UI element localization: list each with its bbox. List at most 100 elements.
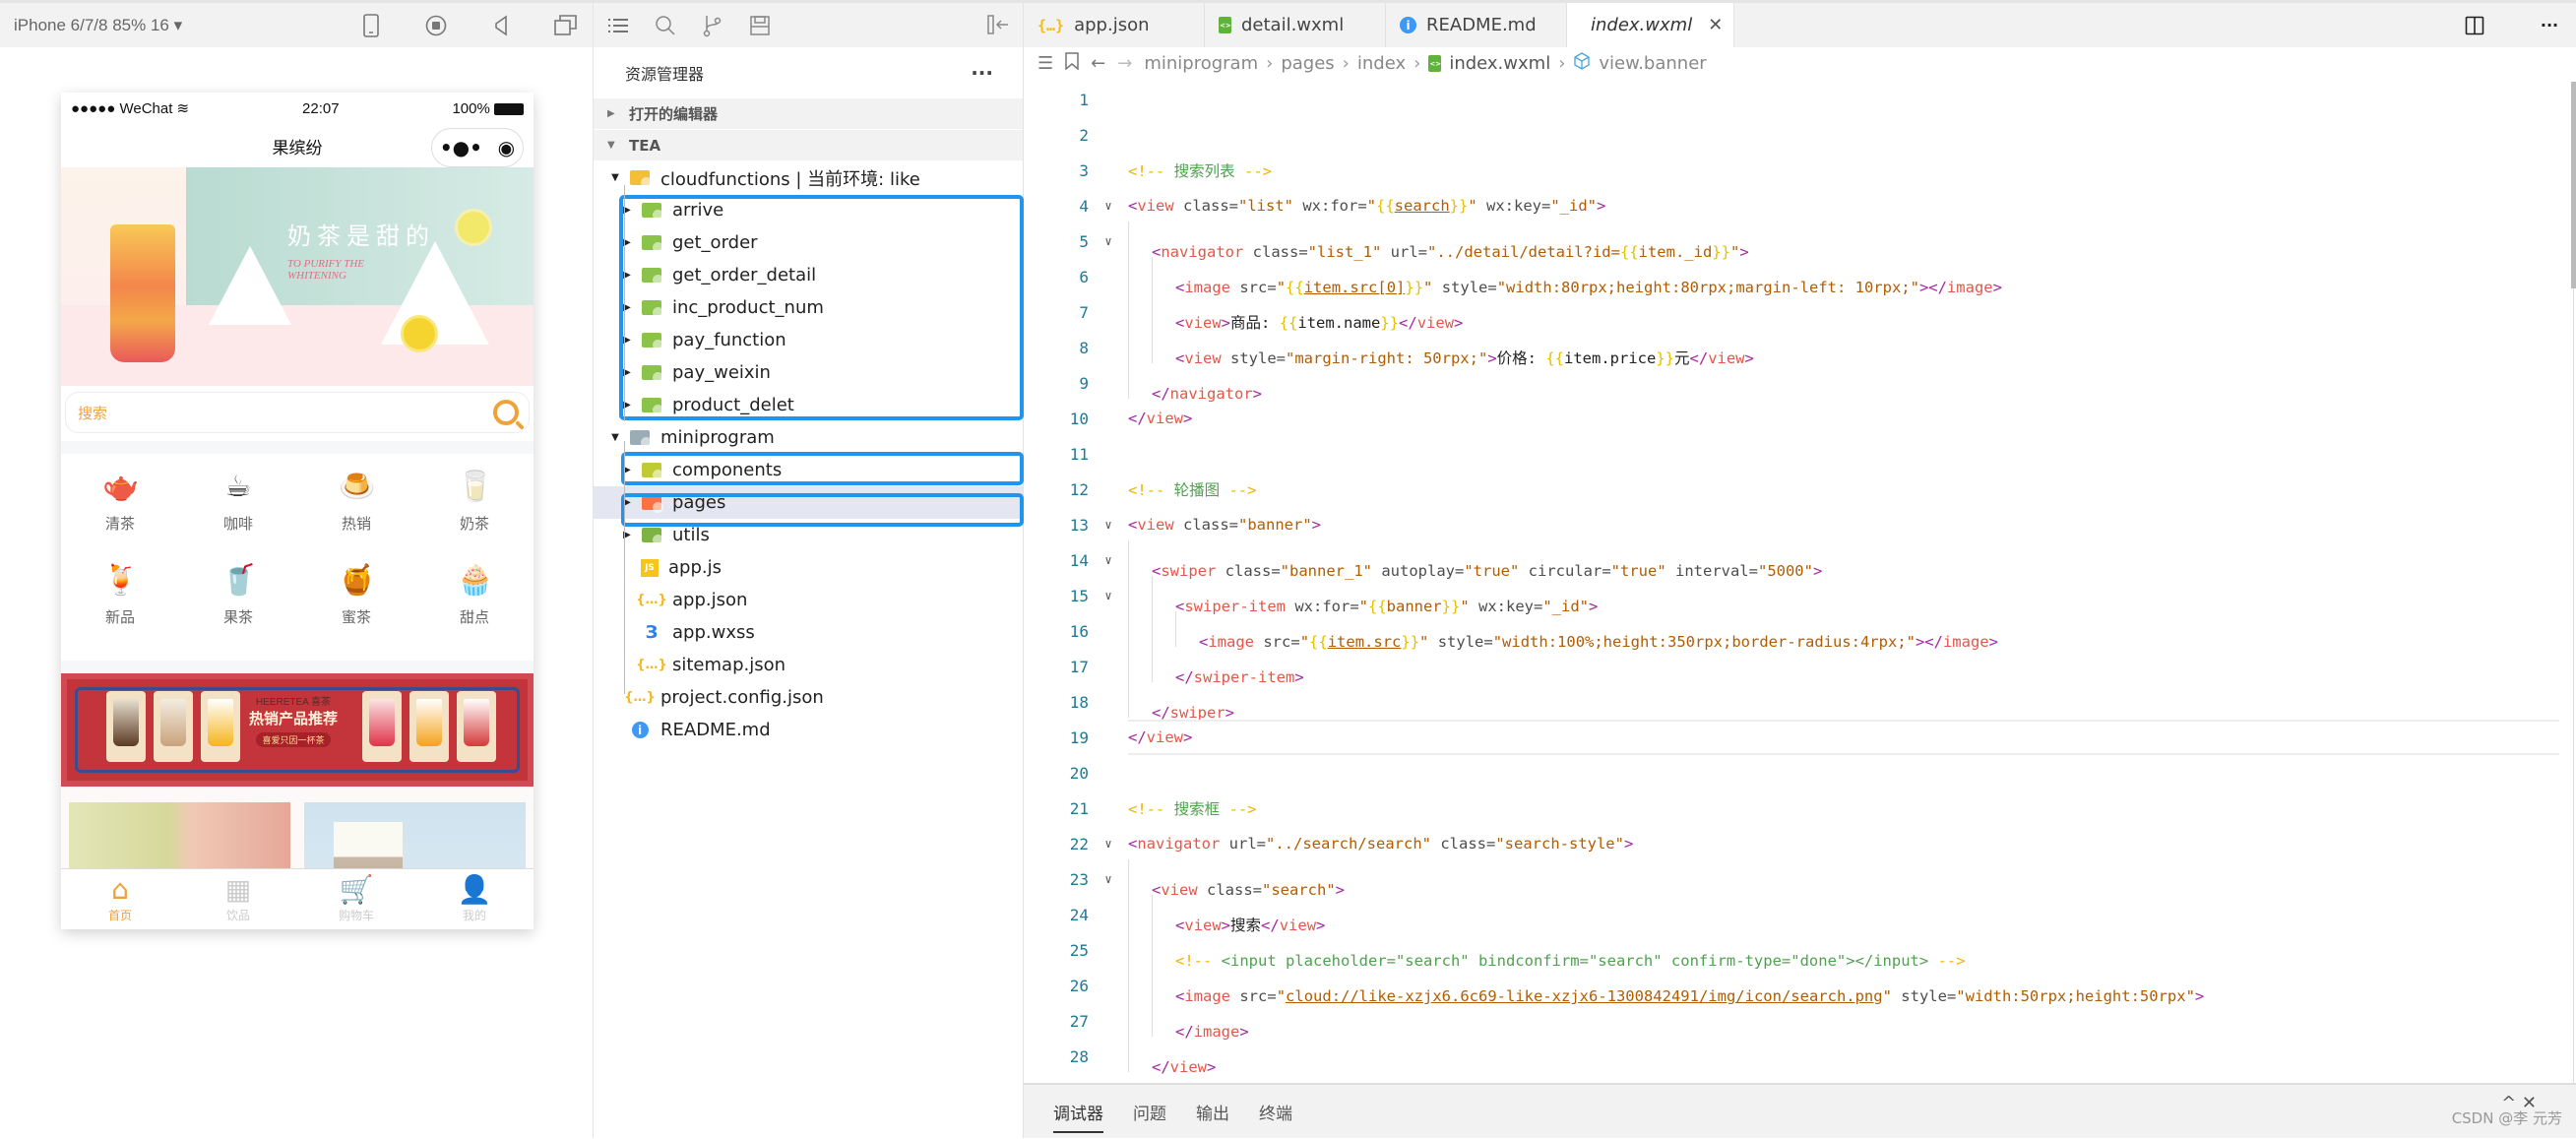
tree-item[interactable]: ▶ pay_function — [594, 324, 1023, 356]
more-actions-icon[interactable]: ··· — [971, 61, 993, 85]
fold-chevron-icon[interactable]: ∨ — [1089, 837, 1128, 851]
code-token: 搜索框 — [1173, 800, 1221, 818]
section-open-editors[interactable]: ▶ 打开的编辑器 — [594, 98, 1023, 130]
bookmark-icon[interactable] — [1065, 52, 1079, 75]
editor-actions: ··· — [2462, 3, 2562, 47]
breadcrumb-item[interactable]: view.banner — [1599, 53, 1706, 74]
code-token: view — [1137, 516, 1174, 534]
phone-icon[interactable] — [358, 13, 384, 38]
save-icon[interactable] — [747, 13, 773, 38]
fold-chevron-icon[interactable]: ∨ — [1089, 553, 1128, 567]
fold-chevron-icon[interactable]: ∨ — [1089, 234, 1128, 248]
tree-item[interactable]: ▶ get_order_detail — [594, 259, 1023, 291]
tab-cart[interactable]: 🛒 购物车 — [297, 869, 415, 929]
panel-tab[interactable]: 调试器 — [1053, 1084, 1103, 1139]
device-selector[interactable]: iPhone 6/7/8 85% 16 ▾ — [14, 16, 182, 35]
collapse-panel-icon[interactable] — [985, 12, 1011, 37]
tree-item[interactable]: ▼ miniprogram — [594, 421, 1023, 454]
section-project[interactable]: ▼ TEA — [594, 130, 1023, 161]
tree-item[interactable]: Зapp.wxss — [594, 616, 1023, 649]
tree-item[interactable]: ▶ pay_weixin — [594, 356, 1023, 389]
split-editor-icon[interactable] — [2462, 13, 2487, 38]
tree-item-label: arrive — [672, 200, 724, 221]
line-number: 22 — [1069, 834, 1089, 854]
detach-window-icon[interactable] — [553, 13, 579, 38]
tab-label: 我的 — [462, 909, 486, 922]
explorer-panel: 资源管理器 ··· ▶ 打开的编辑器 ▼ TEA ▼ cloudfunctions |… — [594, 3, 1024, 1138]
tree-item[interactable]: ▶ product_delet — [594, 389, 1023, 421]
tab-detail-wxml[interactable]: detail.wxml — [1205, 3, 1386, 47]
category-item[interactable]: 🍯 蜜茶 — [297, 561, 415, 655]
chevron-right-icon: ▶ — [623, 205, 631, 216]
tree-item[interactable]: ▶ inc_product_num — [594, 291, 1023, 324]
vertical-scrollbar[interactable] — [2571, 82, 2576, 288]
tree-item[interactable]: ▶ arrive — [594, 194, 1023, 226]
breadcrumb-item[interactable]: pages — [1281, 53, 1334, 74]
teapot-icon: 🫖 — [102, 470, 140, 504]
code-line: 15 ∨ <swiper-item wx:for="{{banner}}" wx:k… — [1024, 576, 2559, 615]
search-icon[interactable] — [493, 400, 519, 425]
tab-grid[interactable]: ▦ 饮品 — [179, 869, 297, 929]
category-item[interactable]: 🍹 新品 — [61, 561, 179, 655]
tab-label: 饮品 — [225, 909, 250, 922]
tree-item-label: pay_weixin — [672, 362, 771, 383]
tab-app-json[interactable]: {…} app.json — [1024, 3, 1205, 47]
category-item[interactable]: 🍮 热销 — [297, 468, 415, 561]
tree-item[interactable]: ▶ components — [594, 454, 1023, 486]
close-mini-program-icon[interactable]: ◉ — [498, 136, 515, 159]
code-content: <view style="margin-right: 50rpx;">价格: {… — [1128, 327, 1754, 368]
tree-item[interactable]: JS app.js — [594, 551, 1023, 584]
breadcrumb-item[interactable]: index.wxml — [1449, 53, 1550, 74]
more-actions-icon[interactable]: ··· — [2537, 13, 2562, 38]
more-icon[interactable]: •●• — [440, 136, 482, 159]
tree-item[interactable]: ▶ pages — [594, 486, 1023, 519]
tab-index-wxml[interactable]: index.wxml ✕ — [1567, 3, 1734, 47]
code-token: < — [1128, 835, 1138, 853]
code-content: <view class="list" wx:for="{{search}}" w… — [1128, 197, 1605, 215]
tab-README-md[interactable]: i README.md — [1386, 3, 1567, 47]
sound-icon[interactable] — [488, 13, 514, 38]
close-icon[interactable]: ✕ — [1708, 15, 1723, 35]
simulator-toolbar: iPhone 6/7/8 85% 16 ▾ — [0, 3, 593, 47]
grid-icon: ▦ — [224, 873, 252, 906]
fold-chevron-icon[interactable]: ∨ — [1089, 872, 1128, 886]
tree-item-label: app.js — [668, 557, 722, 578]
tree-item[interactable]: ▼ cloudfunctions | 当前环境: like — [594, 161, 1023, 194]
promo-banner[interactable]: HEERETEA 喜茶 热销产品推荐 喜爱只因一杯茶 — [61, 673, 534, 787]
category-item[interactable]: 🫖 清茶 — [61, 468, 179, 561]
tree-item[interactable]: ▶ get_order — [594, 226, 1023, 259]
breadcrumb-item[interactable]: miniprogram — [1144, 53, 1258, 74]
panel-tab[interactable]: 输出 — [1196, 1084, 1229, 1139]
indent-guide — [1152, 966, 1175, 1001]
carousel-banner[interactable]: 奶茶是甜的 TO PURIFY THE WHITENING — [61, 167, 534, 386]
fold-chevron-icon[interactable]: ∨ — [1089, 589, 1128, 602]
fold-chevron-icon[interactable]: ∨ — [1089, 518, 1128, 532]
tree-item[interactable]: {…} project.config.json — [594, 681, 1023, 714]
search-icon[interactable] — [653, 13, 678, 38]
breadcrumb-item[interactable]: index — [1357, 53, 1406, 74]
tree-item[interactable]: ▶ utils — [594, 519, 1023, 551]
fold-chevron-icon[interactable]: ∨ — [1089, 199, 1128, 213]
panel-tab[interactable]: 问题 — [1133, 1084, 1166, 1139]
tree-item[interactable]: {…} sitemap.json — [594, 649, 1023, 681]
category-item[interactable]: 🥛 奶茶 — [415, 468, 534, 561]
record-icon[interactable] — [423, 13, 449, 38]
source-control-icon[interactable] — [700, 13, 725, 38]
code-line: 1 — [1024, 82, 2559, 117]
category-item[interactable]: ☕ 咖啡 — [179, 468, 297, 561]
search-bar[interactable]: 搜索 — [65, 392, 530, 433]
tab-label: 购物车 — [338, 909, 374, 922]
tab-user[interactable]: 👤 我的 — [415, 869, 534, 929]
outline-icon[interactable]: ☰ — [1037, 53, 1053, 74]
panel-tab[interactable]: 终端 — [1259, 1084, 1292, 1139]
tab-home[interactable]: ⌂ 首页 — [61, 869, 179, 929]
category-item[interactable]: 🧁 甜点 — [415, 561, 534, 655]
back-icon[interactable]: ← — [1091, 53, 1105, 74]
category-item[interactable]: 🥤 果茶 — [179, 561, 297, 655]
tree-item[interactable]: {…} app.json — [594, 584, 1023, 616]
code-editor[interactable]: 1 2 3 <!-- 搜索列表 --> 4 ∨ <view class="list" wx:… — [1024, 82, 2559, 1086]
tree-item[interactable]: i README.md — [594, 714, 1023, 746]
forward-icon[interactable]: → — [1117, 53, 1132, 74]
tab-list: {…} app.json detail.wxml i README.md index.wx… — [1024, 3, 1734, 47]
explorer-list-icon[interactable] — [605, 13, 631, 38]
